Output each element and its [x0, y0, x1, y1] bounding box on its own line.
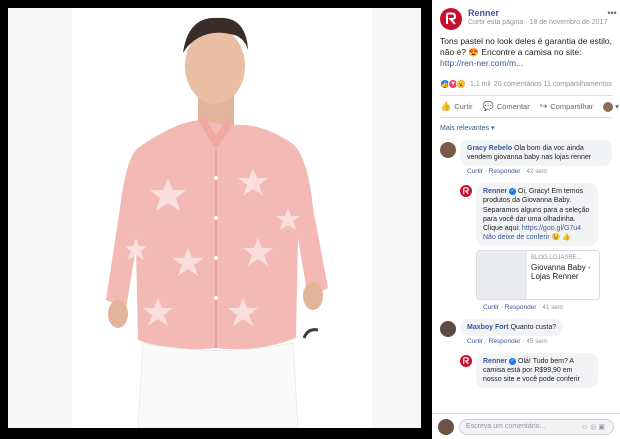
comment-actions: Curtir · Responder · 41 sem: [483, 303, 564, 311]
link-preview-card[interactable]: BLOG.LOJASRE... Giovanna Baby - Lojas Re…: [476, 249, 600, 300]
comment-reply: Renner ✓ Olá! Tudo bem? A camisa está po…: [432, 349, 620, 390]
share-button[interactable]: ↪ Compartilhar: [540, 101, 593, 112]
comment-sort-dropdown[interactable]: Mais relevantes ▾: [432, 120, 620, 136]
more-options-icon[interactable]: •••: [607, 8, 616, 19]
verified-badge-icon: ✓: [509, 357, 517, 365]
comment-text: Quanto custa?: [510, 323, 557, 331]
viewer-avatar: [603, 101, 614, 112]
chevron-down-icon: ▾: [615, 102, 619, 112]
renner-reply-avatar[interactable]: [460, 354, 472, 367]
post-header: Renner Curtir esta página · 18 de novemb…: [432, 0, 620, 34]
comment-bubble: Maxboy Fort Quanto custa?: [460, 318, 564, 336]
comment-actions: Curtir · Responder · 42 sem: [467, 168, 548, 176]
reaction-icons[interactable]: 👍 ♥ 😮: [440, 79, 466, 90]
comment-reply-link[interactable]: Responder: [505, 304, 537, 311]
comment-label: Comentar: [496, 102, 530, 112]
comment-bubble: Gracy Rebelo Ola bom dia voc ainda vende…: [460, 140, 612, 167]
comment-actions: Curtir · Responder · 45 sem: [467, 337, 548, 345]
renner-logo-icon: [463, 357, 469, 365]
link-preview-thumbnail: [477, 250, 527, 299]
comment-reply-link[interactable]: Responder: [489, 338, 521, 345]
commenter-avatar[interactable]: [440, 142, 456, 159]
model-photo-illustration: [8, 8, 421, 428]
comment-bubble: Renner ✓ Oi, Gracy! Em temos produtos da…: [476, 183, 598, 246]
comment-icon: 💬: [482, 101, 494, 112]
post-as-selector[interactable]: ▾: [603, 101, 619, 112]
comment-author[interactable]: Renner: [483, 358, 507, 365]
header-icons: ••• ✕: [607, 8, 620, 19]
comment: Maxboy Fort Quanto custa? Curtir · Respo…: [432, 315, 620, 349]
comment-time[interactable]: 45 sem: [526, 338, 547, 345]
comment-input[interactable]: Escreva um comentário... ☺◎▣: [459, 418, 614, 435]
post-actions: 👍 Curtir 💬 Comentar ↪ Compartilhar ▾: [440, 95, 619, 119]
post-date[interactable]: 18 de novembro de 2017: [530, 19, 608, 26]
post-text: Tons pastel no look deles é garantia de …: [432, 34, 620, 75]
page-avatar[interactable]: [440, 8, 462, 30]
comment-button[interactable]: 💬 Comentar: [483, 101, 530, 112]
renner-logo-icon: [463, 187, 469, 195]
like-label: Curtir: [454, 102, 473, 112]
comment-composer: Escreva um comentário... ☺◎▣: [432, 413, 620, 439]
like-page-link[interactable]: Curtir esta página: [468, 19, 523, 26]
current-user-avatar: [438, 418, 454, 435]
comment-input-placeholder: Escreva um comentário...: [466, 423, 546, 430]
share-label: Compartilhar: [550, 102, 594, 112]
post-meta: Curtir esta página · 18 de novembro de 2…: [468, 19, 608, 27]
comment-reply-link[interactable]: Responder: [489, 168, 521, 175]
comment-like-link[interactable]: Curtir: [467, 168, 483, 175]
composer-tool-icons[interactable]: ☺◎▣: [581, 423, 607, 431]
renner-reply-avatar[interactable]: [460, 185, 472, 198]
verified-badge-icon: ✓: [509, 187, 517, 195]
post-body: Tons pastel no look deles é garantia de …: [440, 36, 613, 58]
comment-author[interactable]: Gracy Rebelo: [467, 145, 512, 152]
comment: Gracy Rebelo Ola bom dia voc ainda vende…: [432, 136, 620, 179]
like-button[interactable]: 👍 Curtir: [440, 101, 473, 112]
comment-time[interactable]: 41 sem: [542, 304, 563, 311]
post-sidebar: Renner Curtir esta página · 18 de novemb…: [432, 0, 620, 439]
comment-like-link[interactable]: Curtir: [483, 304, 499, 311]
comment-like-link[interactable]: Curtir: [467, 338, 483, 345]
share-icon: ↪: [539, 101, 548, 112]
post-url[interactable]: http://ren-ner.com/m...: [440, 58, 523, 68]
comments-shares-count[interactable]: 20 comentários 11 compartilhamentos: [494, 81, 612, 88]
wow-reaction-icon: 😮: [456, 79, 466, 90]
post-photo[interactable]: [8, 8, 421, 428]
thumbs-up-icon: 👍: [440, 101, 452, 112]
comment-bubble: Renner ✓ Olá! Tudo bem? A camisa está po…: [476, 352, 598, 389]
comment-time[interactable]: 42 sem: [526, 168, 547, 175]
page-name[interactable]: Renner: [468, 8, 607, 19]
comment-reply: Renner ✓ Oi, Gracy! Em temos produtos da…: [432, 179, 620, 315]
link-preview-domain: BLOG.LOJASRE...: [531, 254, 582, 261]
comment-author[interactable]: Renner: [483, 188, 507, 195]
renner-logo-icon: [446, 12, 457, 25]
commenter-avatar[interactable]: [440, 320, 456, 337]
link-preview-title: Giovanna Baby - Lojas Renner: [531, 262, 591, 282]
post-stats: 👍 ♥ 😮 1,1 mil 20 comentários 11 comparti…: [432, 75, 620, 93]
photo-viewer: [0, 0, 432, 439]
comment-author[interactable]: Maxboy Fort: [467, 324, 509, 331]
reaction-count[interactable]: 1,1 mil: [470, 81, 491, 88]
